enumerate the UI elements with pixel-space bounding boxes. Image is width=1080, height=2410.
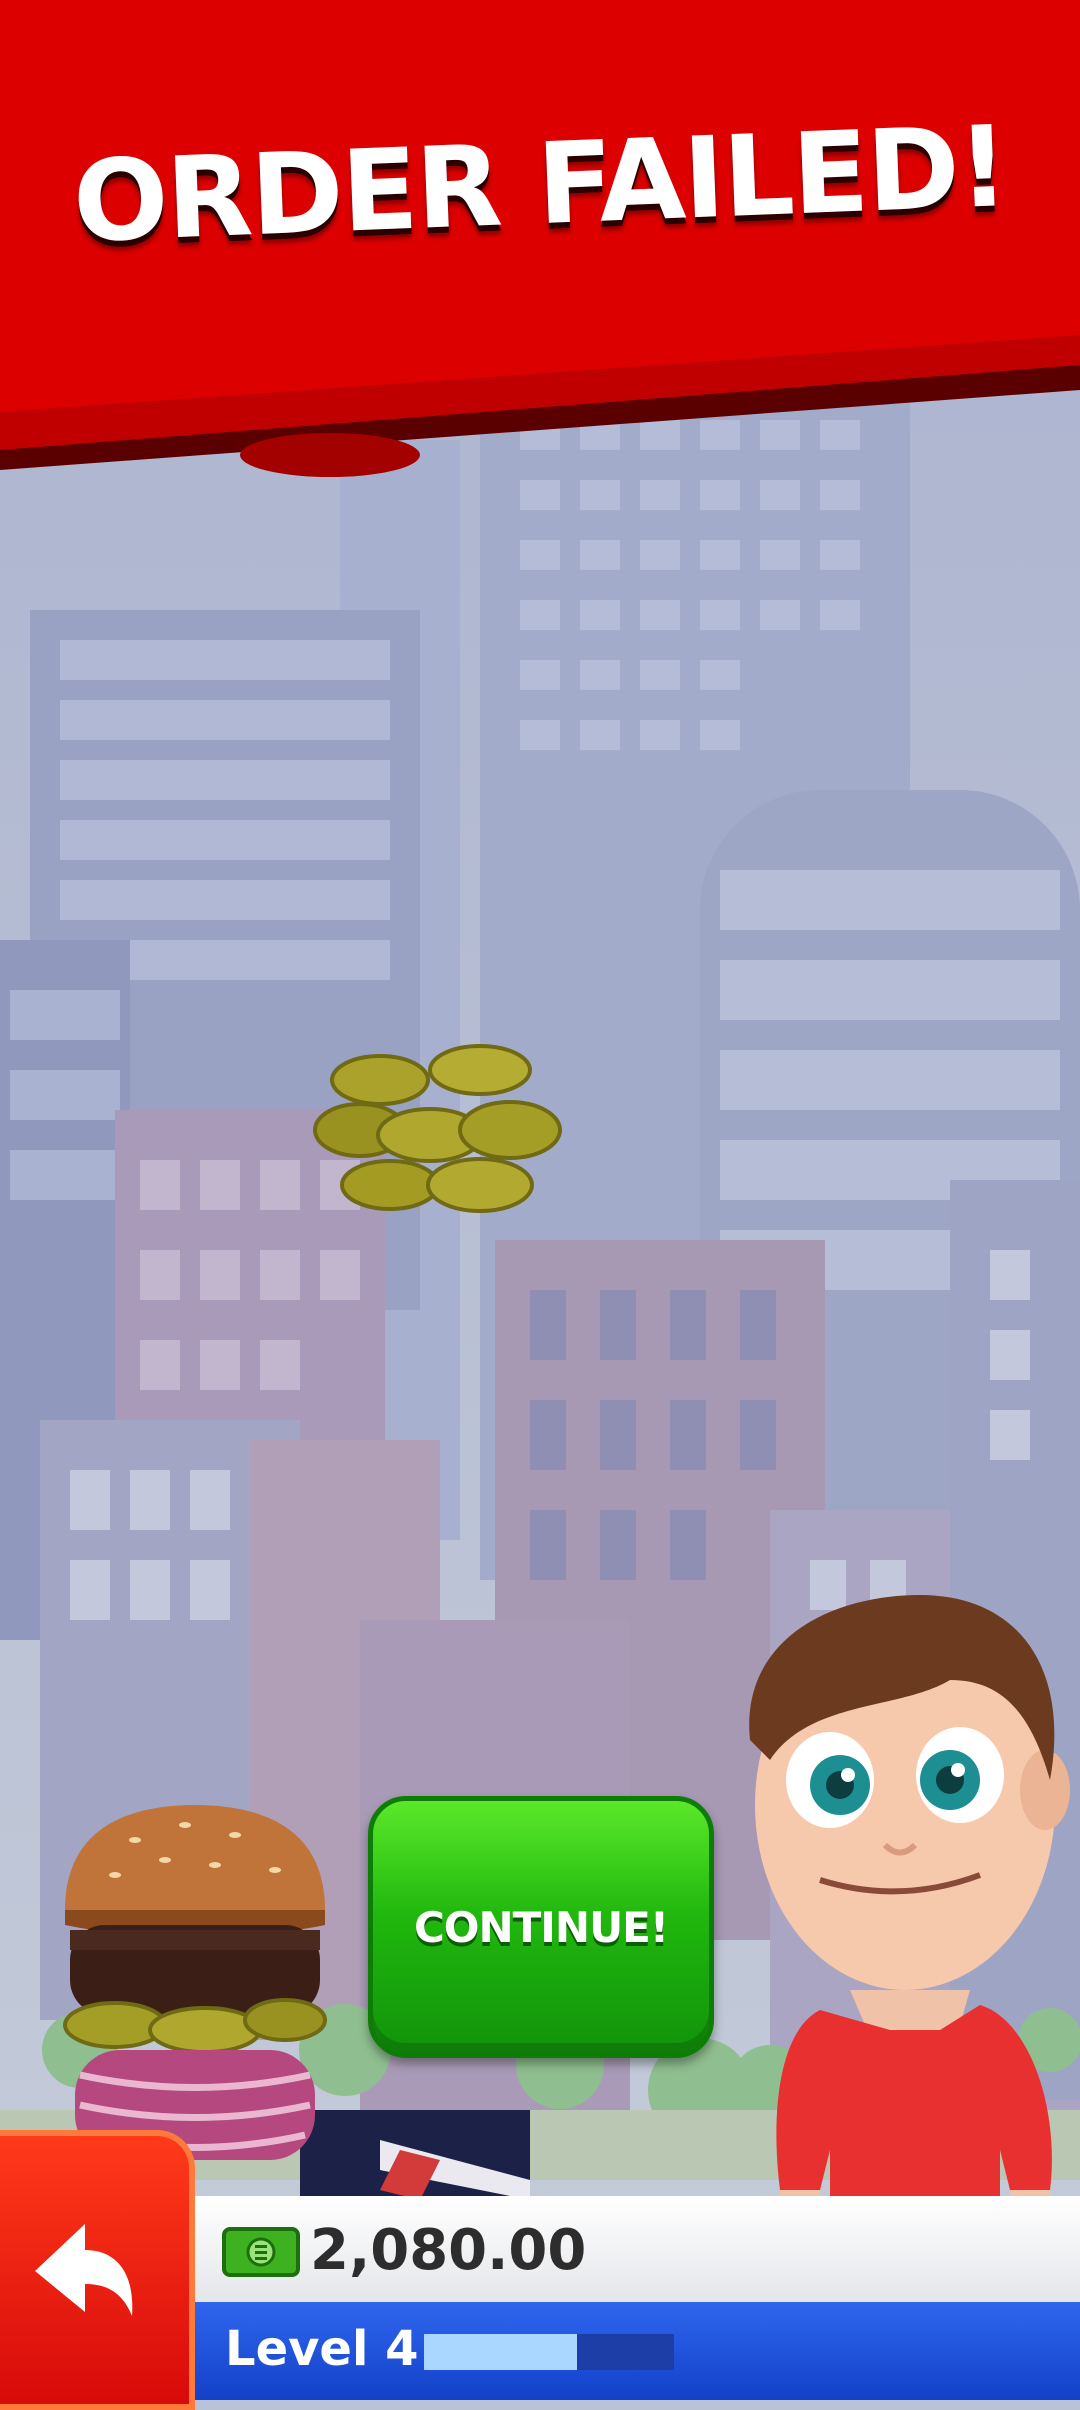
money-amount: 2,080.00 bbox=[310, 2218, 587, 2283]
level-label: Level 4 bbox=[225, 2321, 419, 2377]
level-progress-fill bbox=[424, 2334, 577, 2370]
level-progress-bar bbox=[424, 2334, 674, 2370]
back-arrow-icon bbox=[35, 2224, 133, 2316]
continue-label: CONTINUE! bbox=[413, 1902, 669, 1952]
pickles-icon bbox=[313, 1044, 562, 1213]
cash-icon bbox=[222, 2227, 300, 2277]
back-button[interactable] bbox=[0, 2130, 195, 2410]
continue-button[interactable]: CONTINUE! bbox=[368, 1796, 714, 2058]
